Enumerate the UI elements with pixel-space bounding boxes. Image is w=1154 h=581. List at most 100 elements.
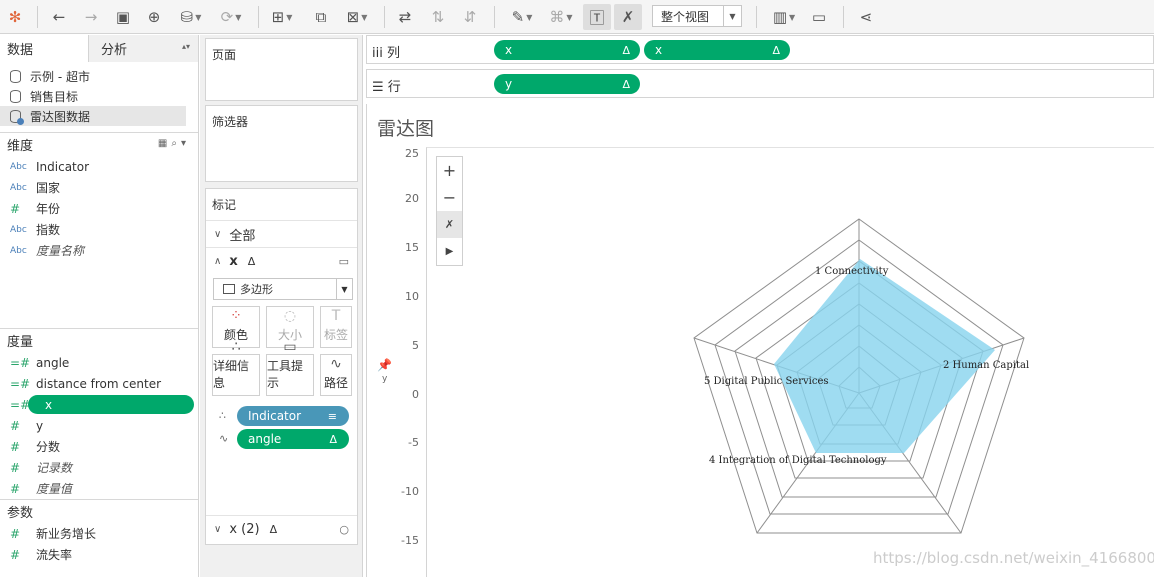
toolbar-separator — [258, 6, 259, 28]
pages-card[interactable]: 页面 — [205, 38, 358, 101]
highlight-icon[interactable]: ✎ ▼ — [505, 4, 539, 30]
number-type-icon: # — [10, 481, 21, 496]
marks-all-row[interactable]: ∨ 全部 — [206, 220, 357, 247]
undo-icon[interactable]: ← — [48, 4, 70, 30]
field-item[interactable]: # 新业务增长 — [0, 523, 198, 544]
y-tick-label: -15 — [401, 534, 419, 547]
columns-pill-x[interactable]: xΔ — [494, 40, 640, 60]
field-item[interactable]: Abc 国家 — [0, 177, 198, 198]
field-item[interactable]: # 分数 — [0, 436, 198, 457]
pill-label: x — [505, 43, 513, 57]
play-icon[interactable]: ▶ — [437, 238, 462, 265]
pill-label: y — [505, 77, 513, 91]
sheet-title[interactable]: 雷达图 — [377, 114, 434, 141]
fit-view-select[interactable]: 整个视图 ▼ — [652, 5, 742, 27]
sort-arrows-icon: ▴▾ — [181, 42, 190, 51]
marks-x-label: x — [229, 253, 238, 269]
share-icon[interactable]: ⋖ — [855, 4, 877, 30]
detail-button[interactable]: ∴ 详细信息 — [212, 339, 260, 396]
presentation-mode-icon[interactable]: ▭ — [808, 4, 830, 30]
datasource-list: 示例 - 超市 销售目标 雷达图数据 — [0, 62, 198, 126]
database-icon — [10, 109, 24, 125]
tooltip-label: 工具提示 — [267, 359, 304, 390]
marks-x2-row[interactable]: ∨ x (2) Δ ○ — [206, 515, 357, 542]
save-icon[interactable]: ▣ — [112, 4, 134, 30]
sort-ascending-icon[interactable]: ⇅ — [427, 4, 449, 30]
tab-analytics-label: 分析 — [101, 43, 128, 58]
chevron-down-icon: ∨ — [214, 523, 222, 535]
measures-title: 度量 — [7, 335, 34, 350]
marks-x-row[interactable]: ∧ x Δ ▭ — [206, 247, 357, 274]
new-datasource-icon[interactable]: ⊕ — [143, 4, 165, 30]
datasource-item-selected[interactable]: 雷达图数据 — [0, 106, 186, 126]
angle-pill[interactable]: angle Δ — [237, 429, 349, 449]
chevron-down-icon: ▼ — [723, 6, 741, 26]
datasource-label: 示例 - 超市 — [30, 69, 90, 84]
indicator-pill[interactable]: Indicator ≡ — [237, 406, 349, 426]
path-icon: ∿ — [330, 356, 342, 372]
rows-shelf[interactable]: ☰ 行 yΔ — [366, 69, 1154, 98]
field-item[interactable]: Abc 指数 — [0, 219, 198, 240]
columns-label: 列 — [386, 46, 400, 61]
view-area: 雷达图 25 20 15 10 5 0 -5 -10 -15 📌 y 1 Con… — [366, 104, 1154, 577]
group-members-icon[interactable]: ⌘ ▼ — [544, 4, 578, 30]
y-axis-label: y — [382, 374, 388, 384]
detail-dots-icon: ∴ — [231, 339, 241, 355]
duplicate-sheet-icon[interactable]: ⧉ — [310, 4, 332, 30]
delta-icon: Δ — [329, 432, 337, 446]
field-item-selected[interactable]: =# x — [5, 394, 194, 415]
label-button[interactable]: T 标签 — [320, 306, 352, 348]
radar-polygon[interactable] — [774, 259, 995, 453]
label-icon: T — [331, 308, 341, 324]
fix-axes-icon[interactable]: ✗ — [614, 4, 642, 30]
mark-type-select[interactable]: 多边形 ▼ — [213, 278, 353, 300]
columns-shelf[interactable]: iii 列 xΔ xΔ — [366, 35, 1154, 64]
datasource-item[interactable]: 示例 - 超市 — [0, 66, 198, 86]
sort-descending-icon[interactable]: ⇵ — [459, 4, 481, 30]
chart-pane[interactable]: 1 Connectivity 2 Human Capital 5 Digital… — [426, 147, 1154, 577]
chevron-down-icon: ∨ — [214, 228, 222, 240]
delta-icon: Δ — [269, 522, 278, 536]
number-type-icon: # — [10, 418, 21, 433]
columns-pill-x[interactable]: xΔ — [644, 40, 790, 60]
pause-updates-icon[interactable]: ⛁ ▼ — [174, 4, 208, 30]
path-button[interactable]: ∿ 路径 — [320, 354, 352, 396]
rows-pill-y[interactable]: yΔ — [494, 74, 640, 94]
field-item[interactable]: Abc 度量名称 — [0, 240, 198, 261]
field-item[interactable]: # 度量值 — [0, 478, 198, 499]
field-item[interactable]: =# angle — [0, 352, 198, 373]
dimensions-tools-icon[interactable]: ▦⌕▾ — [158, 138, 190, 149]
chevron-down-icon: ▼ — [336, 279, 352, 299]
show-mark-labels-icon[interactable]: 🅃 — [583, 4, 611, 30]
field-item[interactable]: =# distance from center — [0, 373, 198, 394]
tab-data[interactable]: 数据 — [0, 35, 89, 62]
toolbar: ✻ ← → ▣ ⊕ ⛁ ▼ ⟳ ▼ ⊞ ▼ ⧉ ⊠ ▼ ⇄ ⇅ ⇵ ✎ ▼ ⌘ ▼ 🅃 ✗ … — [0, 0, 1154, 34]
reset-axes-icon[interactable]: ✗ — [437, 211, 462, 238]
number-type-icon: # — [10, 460, 21, 475]
tab-analytics[interactable]: 分析 ▴▾ — [89, 35, 198, 62]
field-label: 年份 — [36, 202, 61, 216]
pill-label: x — [655, 43, 663, 57]
show-cards-icon[interactable]: ▥ ▼ — [767, 4, 801, 30]
swap-icon[interactable]: ⇄ — [394, 4, 416, 30]
field-label: 新业务增长 — [36, 527, 97, 541]
clear-sheet-icon[interactable]: ⊠ ▼ — [340, 4, 374, 30]
tooltip-button[interactable]: ▭ 工具提示 — [266, 339, 314, 396]
string-type-icon: Abc — [10, 161, 27, 172]
datasource-item[interactable]: 销售目标 — [0, 86, 198, 106]
field-item[interactable]: # 记录数 — [0, 457, 198, 478]
zoom-out-button[interactable]: − — [437, 184, 462, 211]
new-worksheet-icon[interactable]: ⊞ ▼ — [266, 4, 298, 30]
rows-label: 行 — [387, 80, 401, 95]
pin-icon[interactable]: 📌 — [377, 358, 392, 372]
field-item[interactable]: Abc Indicator — [0, 156, 198, 177]
field-item[interactable]: # y — [0, 415, 198, 436]
data-pane: 数据 分析 ▴▾ 示例 - 超市 销售目标 雷达图数据 维度 ▦⌕▾ Abc Ind… — [0, 35, 199, 577]
zoom-in-button[interactable]: + — [437, 157, 462, 184]
filters-card[interactable]: 筛选器 — [205, 105, 358, 182]
refresh-icon[interactable]: ⟳ ▼ — [214, 4, 248, 30]
tableau-logo-icon[interactable]: ✻ — [4, 4, 26, 30]
redo-icon[interactable]: → — [80, 4, 102, 30]
field-item[interactable]: # 年份 — [0, 198, 198, 219]
field-item[interactable]: # 流失率 — [0, 544, 198, 565]
